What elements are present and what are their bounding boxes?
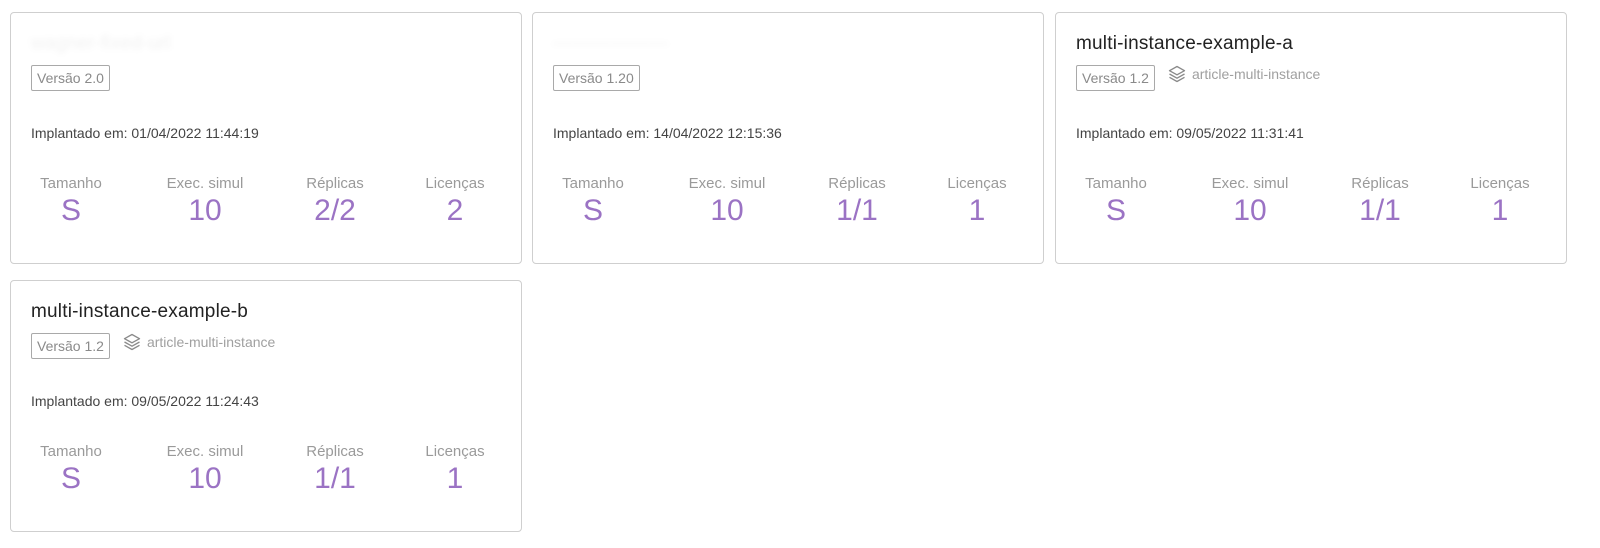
stat-concurrent-exec: Exec. simul 10 xyxy=(1190,175,1310,228)
card-title: multi-instance-example-b xyxy=(31,301,249,322)
deployed-timestamp: Implantado em: 09/05/2022 11:31:41 xyxy=(1076,125,1304,141)
layers-icon xyxy=(1168,65,1186,83)
stat-label: Exec. simul xyxy=(688,175,766,192)
stat-label: Tamanho xyxy=(562,175,624,192)
card-stats: Tamanho S Exec. simul 10 Réplicas 2/2 Li… xyxy=(11,175,521,235)
stat-label: Licenças xyxy=(425,443,485,460)
stat-value: 10 xyxy=(710,194,744,227)
deployment-card[interactable]: multi-instance-example-b Versão 1.2 arti… xyxy=(10,280,522,532)
stat-concurrent-exec: Exec. simul 10 xyxy=(145,175,265,228)
stat-value: S xyxy=(60,462,81,495)
card-meta: Versão 1.2 article-multi-instance xyxy=(1076,65,1320,91)
stat-value: S xyxy=(1105,194,1126,227)
stat-replicas: Réplicas 2/2 xyxy=(275,175,395,228)
deployment-card[interactable]: wagner-fixed-url Versão 2.0 Implantado e… xyxy=(10,12,522,264)
card-meta: Versão 1.2 article-multi-instance xyxy=(31,333,275,359)
deployment-card[interactable]: multi-instance-example-a Versão 1.2 arti… xyxy=(1055,12,1567,264)
group-link[interactable]: article-multi-instance xyxy=(122,332,275,352)
layers-icon xyxy=(123,333,141,351)
stat-value: 1 xyxy=(968,194,986,227)
stat-label: Tamanho xyxy=(40,443,102,460)
stat-size: Tamanho S xyxy=(11,175,131,228)
stat-value: 1/1 xyxy=(314,462,356,495)
stat-label: Réplicas xyxy=(306,175,364,192)
stat-label: Réplicas xyxy=(828,175,886,192)
stat-label: Tamanho xyxy=(1085,175,1147,192)
stat-replicas: Réplicas 1/1 xyxy=(797,175,917,228)
stat-size: Tamanho S xyxy=(11,443,131,496)
stat-value: S xyxy=(582,194,603,227)
stat-label: Tamanho xyxy=(40,175,102,192)
stat-value: 10 xyxy=(1233,194,1267,227)
stat-licenses: Licenças 1 xyxy=(1440,175,1560,228)
deployment-card[interactable]: —————— Versão 1.20 Implantado em: 14/04/… xyxy=(532,12,1044,264)
stat-label: Réplicas xyxy=(1351,175,1409,192)
group-name: article-multi-instance xyxy=(1191,66,1321,82)
version-badge: Versão 2.0 xyxy=(31,65,110,91)
stat-size: Tamanho S xyxy=(1056,175,1176,228)
stat-replicas: Réplicas 1/1 xyxy=(1320,175,1440,228)
stat-value: 1 xyxy=(446,462,464,495)
stat-label: Réplicas xyxy=(306,443,364,460)
card-stats: Tamanho S Exec. simul 10 Réplicas 1/1 Li… xyxy=(1056,175,1566,235)
card-title: multi-instance-example-a xyxy=(1076,33,1294,54)
stat-licenses: Licenças 1 xyxy=(395,443,515,496)
stat-value: 2 xyxy=(446,194,464,227)
stat-label: Exec. simul xyxy=(166,443,244,460)
stat-value: 10 xyxy=(188,462,222,495)
group-name: article-multi-instance xyxy=(146,334,276,350)
version-badge: Versão 1.2 xyxy=(1076,65,1155,91)
deployment-cards-grid: wagner-fixed-url Versão 2.0 Implantado e… xyxy=(0,0,1600,548)
stat-value: 1/1 xyxy=(836,194,878,227)
stat-value: 10 xyxy=(188,194,222,227)
card-title: —————— xyxy=(553,33,669,54)
group-link[interactable]: article-multi-instance xyxy=(1167,64,1320,84)
card-stats: Tamanho S Exec. simul 10 Réplicas 1/1 Li… xyxy=(533,175,1043,235)
deployed-timestamp: Implantado em: 09/05/2022 11:24:43 xyxy=(31,393,259,409)
card-stats: Tamanho S Exec. simul 10 Réplicas 1/1 Li… xyxy=(11,443,521,503)
stat-label: Licenças xyxy=(947,175,1007,192)
stat-value: 2/2 xyxy=(314,194,356,227)
version-badge: Versão 1.2 xyxy=(31,333,110,359)
stat-licenses: Licenças 2 xyxy=(395,175,515,228)
stat-label: Exec. simul xyxy=(166,175,244,192)
deployed-timestamp: Implantado em: 14/04/2022 12:15:36 xyxy=(553,125,782,141)
stat-value: 1 xyxy=(1491,194,1509,227)
stat-replicas: Réplicas 1/1 xyxy=(275,443,395,496)
stat-value: 1/1 xyxy=(1359,194,1401,227)
stat-licenses: Licenças 1 xyxy=(917,175,1037,228)
deployed-timestamp: Implantado em: 01/04/2022 11:44:19 xyxy=(31,125,259,141)
stat-label: Licenças xyxy=(425,175,485,192)
card-title: wagner-fixed-url xyxy=(31,33,171,54)
stat-concurrent-exec: Exec. simul 10 xyxy=(667,175,787,228)
stat-size: Tamanho S xyxy=(533,175,653,228)
card-meta: Versão 2.0 xyxy=(31,65,110,91)
version-badge: Versão 1.20 xyxy=(553,65,640,91)
card-meta: Versão 1.20 xyxy=(553,65,640,91)
stat-concurrent-exec: Exec. simul 10 xyxy=(145,443,265,496)
stat-label: Exec. simul xyxy=(1211,175,1289,192)
stat-label: Licenças xyxy=(1470,175,1530,192)
stat-value: S xyxy=(60,194,81,227)
